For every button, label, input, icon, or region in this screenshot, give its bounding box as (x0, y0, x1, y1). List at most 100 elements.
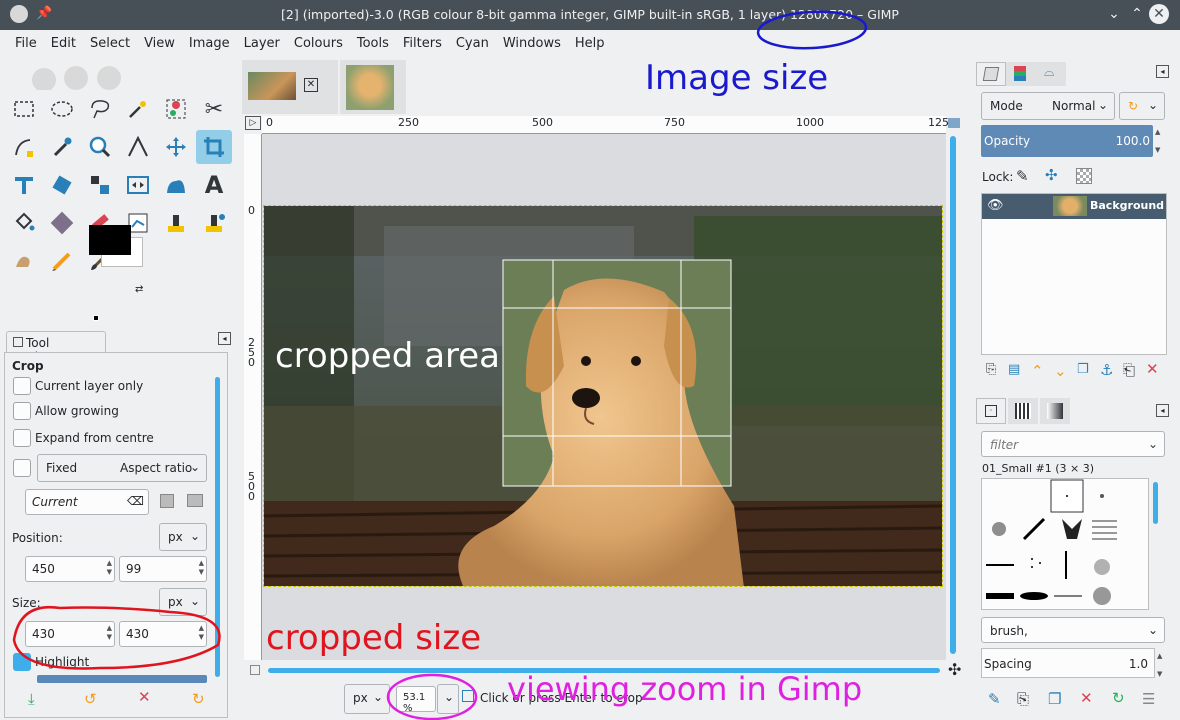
crop-tool-icon[interactable] (196, 130, 232, 164)
canvas-vertical-scrollbar[interactable] (950, 136, 956, 654)
scissors-select-icon[interactable]: ✂ (196, 92, 232, 126)
brush-dock-icon[interactable]: ☰ (1142, 690, 1155, 708)
swap-colors-icon[interactable]: ⇄ (135, 284, 143, 295)
delete-options-icon[interactable]: ✕ (138, 688, 151, 706)
patterns-tab[interactable] (1008, 398, 1038, 424)
menu-layer[interactable]: Layer (237, 30, 287, 58)
new-layer-icon[interactable]: ▤ (1008, 362, 1020, 377)
spin-arrows-icon[interactable]: ▲ ▼ (199, 559, 204, 577)
bucket-fill-icon[interactable] (6, 206, 42, 240)
position-unit-combo[interactable]: px ⌄ (159, 523, 207, 551)
allow-growing-checkbox[interactable] (13, 402, 31, 420)
pencil-tool-icon[interactable] (44, 244, 80, 278)
move-tool-icon[interactable] (158, 130, 194, 164)
image-canvas[interactable] (263, 205, 943, 587)
panel-menu-icon[interactable]: ◂ (1156, 404, 1169, 417)
warp-transform-icon[interactable] (44, 168, 80, 202)
minimize-icon[interactable]: ⌄ (1104, 4, 1124, 24)
menu-help[interactable]: Help (568, 30, 612, 58)
brush-grid-scrollbar[interactable] (1153, 482, 1158, 524)
lock-position-icon[interactable]: ✣ (1045, 166, 1058, 184)
duplicate-layer-icon[interactable]: ❐ (1077, 362, 1089, 377)
aspect-current-field[interactable]: Current ⌫ (25, 489, 149, 515)
fixed-mode-combo[interactable]: Fixed Aspect ratio ⌄ (37, 454, 207, 482)
maximize-icon[interactable]: ⌃ (1127, 4, 1147, 24)
smudge-tool-icon[interactable] (6, 244, 42, 278)
lasso-select-icon[interactable] (82, 92, 118, 126)
clone-tool-icon[interactable] (158, 206, 194, 240)
new-brush-icon[interactable]: ⎘ (1017, 690, 1029, 708)
fuzzy-select-icon[interactable] (120, 92, 156, 126)
close-tab-icon[interactable]: ✕ (304, 78, 318, 92)
layers-tab[interactable] (976, 62, 1006, 86)
select-by-color-icon[interactable] (158, 92, 194, 126)
zoom-dropdown[interactable]: ⌄ (437, 684, 459, 714)
menu-windows[interactable]: Windows (496, 30, 568, 58)
current-layer-only-checkbox[interactable] (13, 377, 31, 395)
menu-select[interactable]: Select (83, 30, 137, 58)
brush-grid[interactable] (981, 478, 1149, 610)
status-unit-combo[interactable]: px ⌄ (344, 684, 390, 714)
image-tab[interactable] (340, 60, 406, 114)
spin-arrows-icon[interactable]: ▲ ▼ (107, 624, 112, 642)
spin-arrows-icon[interactable]: ▲ ▼ (1157, 652, 1162, 679)
menu-edit[interactable]: Edit (44, 30, 83, 58)
fixed-checkbox[interactable] (13, 459, 31, 477)
size-height-field[interactable]: 430 ▲ ▼ (119, 621, 207, 647)
menu-colours[interactable]: Colours (287, 30, 350, 58)
measure-tool-icon[interactable] (120, 130, 156, 164)
highlight-opacity-bar[interactable] (37, 675, 207, 683)
color-picker-icon[interactable] (44, 130, 80, 164)
gradients-tab[interactable] (1040, 398, 1070, 424)
tool-options-tab[interactable]: Tool Options (6, 331, 106, 364)
paths-tab[interactable]: ⌓ (1036, 62, 1066, 86)
lock-alpha-icon[interactable] (1076, 168, 1092, 184)
expand-from-centre-checkbox[interactable] (13, 429, 31, 447)
position-y-field[interactable]: 99 ▲ ▼ (119, 556, 207, 582)
raise-layer-icon[interactable]: ⌃ (1031, 362, 1044, 380)
menu-tools[interactable]: Tools (350, 30, 396, 58)
new-layer-group-icon[interactable]: ⎘ (986, 362, 996, 377)
spin-arrows-icon[interactable]: ▲ ▼ (1155, 128, 1160, 155)
brush-tag-input[interactable]: brush, ⌄ (981, 617, 1165, 643)
panel-menu-icon[interactable]: ◂ (1156, 65, 1169, 78)
merge-layer-icon[interactable]: ⎗ (1123, 361, 1135, 379)
lower-layer-icon[interactable]: ⌄ (1054, 362, 1067, 380)
tool-options-scrollbar[interactable] (215, 377, 220, 677)
zoom-tool-icon[interactable] (82, 130, 118, 164)
rect-select-icon[interactable] (6, 92, 42, 126)
anchor-layer-icon[interactable]: ⚓ (1100, 361, 1113, 379)
portrait-icon[interactable] (160, 494, 174, 508)
default-colors-icon[interactable] (93, 315, 99, 321)
save-options-icon[interactable]: ⤓ (28, 690, 35, 708)
size-unit-combo[interactable]: px ⌄ (159, 588, 207, 616)
clear-field-icon[interactable]: ⌫ (127, 494, 144, 508)
zoom-level-field[interactable]: 53.1 % (396, 686, 436, 714)
channels-tab[interactable] (1006, 62, 1036, 86)
size-width-field[interactable]: 430 ▲ ▼ (25, 621, 115, 647)
text-tool-icon[interactable]: A (196, 168, 232, 202)
image-tab-active[interactable]: ✕ (242, 60, 338, 114)
restore-options-icon[interactable]: ↺ (84, 690, 97, 708)
gradient-tool-icon[interactable] (44, 206, 80, 240)
composite-mode-combo[interactable]: ↻ ⌄ (1119, 92, 1165, 120)
brushes-tab[interactable]: · (976, 398, 1006, 424)
unified-transform-icon[interactable] (6, 168, 42, 202)
landscape-icon[interactable] (187, 494, 203, 507)
flip-tool-icon[interactable] (120, 168, 156, 202)
navigate-corner-icon[interactable] (250, 665, 260, 675)
ellipse-select-icon[interactable] (44, 92, 80, 126)
foreground-color-swatch-top[interactable] (89, 225, 131, 255)
lock-pixels-icon[interactable]: ✎ (1016, 167, 1029, 185)
delete-brush-icon[interactable]: ✕ (1080, 689, 1093, 707)
spin-arrows-icon[interactable]: ▲ ▼ (107, 559, 112, 577)
edit-brush-icon[interactable]: ✎ (988, 690, 1001, 708)
eye-icon[interactable]: 👁 (987, 198, 1004, 213)
highlight-checkbox[interactable] (13, 653, 31, 671)
menu-cyan[interactable]: Cyan (449, 30, 496, 58)
menu-view[interactable]: View (137, 30, 182, 58)
zoom-image-icon[interactable] (948, 118, 960, 128)
navigate-image-icon[interactable]: ✣ (948, 660, 961, 679)
menu-filters[interactable]: Filters (396, 30, 449, 58)
reset-options-icon[interactable]: ↻ (192, 690, 205, 708)
